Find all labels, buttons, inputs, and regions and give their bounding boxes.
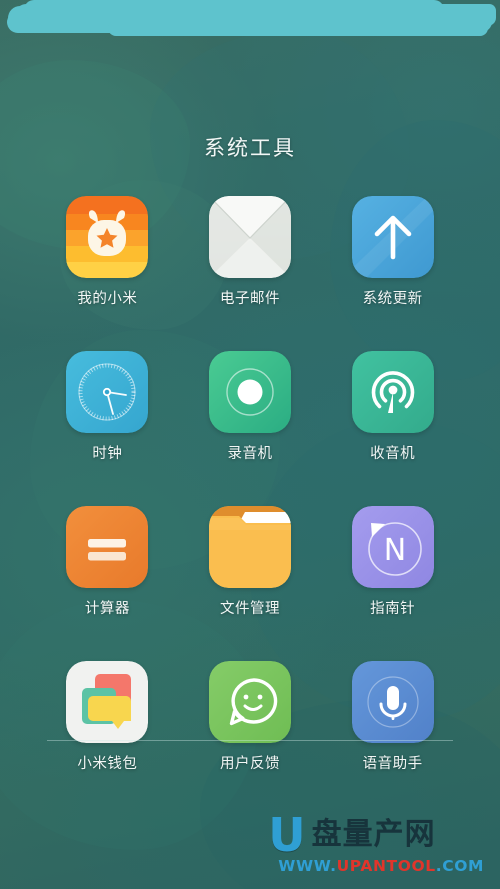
folder-divider [47, 740, 453, 741]
folder-icon[interactable] [208, 506, 291, 588]
watermark-url-www: WWW. [278, 857, 337, 875]
equals-icon[interactable] [66, 506, 149, 588]
app-item-mi-wallet[interactable]: 小米钱包 [36, 661, 179, 773]
radio-broadcast-icon[interactable] [351, 351, 434, 433]
watermark-url: WWW.UPANTOOL.COM [278, 857, 484, 875]
folder-title: 系统工具 [204, 137, 296, 160]
watermark-brand-cn: 盘量产网 [311, 817, 436, 851]
app-label: 文件管理 [219, 601, 280, 617]
compass-icon[interactable]: N [351, 506, 434, 588]
watermark-u-logo: U [268, 807, 306, 862]
app-item-voice-assistant[interactable]: 语音助手 [321, 661, 464, 773]
watermark-logo-row: U 盘量产网 [268, 807, 436, 862]
arrow-up-icon[interactable] [351, 196, 434, 278]
envelope-icon[interactable] [208, 196, 291, 278]
watermark-url-name: UPANTOOL [336, 857, 436, 875]
app-item-mi-bunny[interactable]: 我的小米 [36, 196, 179, 308]
app-item-recorder[interactable]: 录音机 [179, 351, 322, 463]
app-item-clock[interactable]: 时钟 [36, 351, 179, 463]
app-label: 小米钱包 [77, 756, 138, 772]
app-item-email[interactable]: 电子邮件 [179, 196, 322, 308]
status-bar-redaction [8, 0, 492, 36]
app-label: 我的小米 [77, 291, 138, 307]
app-item-calculator[interactable]: 计算器 [36, 506, 179, 618]
phone-home-screen-folder: 系统工具 我的小米 电子邮件 系统更新 时钟 录音机 收音机 计算器 文件管理 … [0, 0, 500, 889]
microphone-icon[interactable] [351, 661, 434, 743]
site-watermark: U 盘量产网 WWW.UPANTOOL.COM [268, 807, 484, 875]
app-item-file-manager[interactable]: 文件管理 [179, 506, 322, 618]
record-dot-icon[interactable] [208, 351, 291, 433]
app-label: 录音机 [227, 446, 273, 462]
watermark-url-com: .COM [435, 857, 484, 875]
app-item-update[interactable]: 系统更新 [321, 196, 464, 308]
app-item-radio[interactable]: 收音机 [321, 351, 464, 463]
wallet-cards-icon[interactable] [66, 661, 149, 743]
app-item-feedback[interactable]: 用户反馈 [179, 661, 322, 773]
svg-text:N: N [383, 533, 405, 568]
app-label: 电子邮件 [219, 291, 280, 307]
app-label: 时钟 [92, 446, 123, 462]
chat-smiley-icon[interactable] [208, 661, 291, 743]
app-label: 计算器 [84, 601, 130, 617]
app-label: 语音助手 [362, 756, 423, 772]
clock-icon[interactable] [66, 351, 149, 433]
app-grid: 我的小米 电子邮件 系统更新 时钟 录音机 收音机 计算器 文件管理 N 指南针… [36, 196, 464, 773]
mi-bunny-icon[interactable] [66, 196, 149, 278]
app-label: 用户反馈 [219, 756, 280, 772]
app-item-compass[interactable]: N 指南针 [321, 506, 464, 618]
app-label: 系统更新 [362, 291, 423, 307]
app-label: 指南针 [370, 601, 416, 617]
app-label: 收音机 [370, 446, 416, 462]
